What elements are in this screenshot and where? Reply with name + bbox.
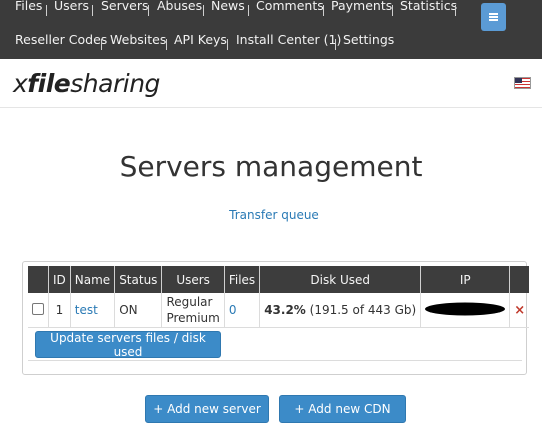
column-header-name[interactable]: Name [70, 266, 116, 293]
nav-item-abuses[interactable]: Abuses [157, 0, 202, 13]
column-header-select [28, 266, 49, 293]
nav-item-statistics[interactable]: Statistics [400, 0, 457, 13]
row-select-checkbox[interactable] [32, 302, 44, 315]
servers-panel: ID Name Status Users Files Disk Used IP … [22, 261, 530, 375]
column-header-id[interactable]: ID [48, 266, 71, 293]
nav-separator [392, 5, 393, 16]
column-header-disk-used[interactable]: Disk Used [259, 266, 422, 293]
nav-item-websites[interactable]: Websites [110, 32, 166, 47]
server-users-regular: Regular [166, 295, 213, 309]
transfer-queue-link[interactable]: Transfer queue [229, 208, 319, 222]
nav-item-users[interactable]: Users [54, 0, 89, 13]
nav-item-settings[interactable]: Settings [343, 32, 394, 47]
menu-icon-bar [489, 16, 498, 18]
servers-table: ID Name Status Users Files Disk Used IP … [28, 266, 530, 328]
nav-item-payments[interactable]: Payments [331, 0, 392, 13]
add-new-cdn-button[interactable]: + Add new CDN [279, 395, 406, 423]
server-name-link[interactable]: test [75, 303, 98, 317]
disk-used-detail: (191.5 of 443 Gb) [309, 303, 417, 317]
column-header-actions [509, 266, 530, 293]
nav-separator [46, 5, 47, 16]
table-row: 1 test ON Regular Premium 0 43.2% (191.5… [28, 293, 530, 328]
disk-used-percent: 43.2% [264, 303, 306, 317]
delete-server-icon[interactable]: × [514, 303, 525, 318]
server-id: 1 [48, 293, 71, 328]
logo-file: file [27, 69, 71, 98]
server-name-cell: test [70, 293, 116, 328]
column-header-status[interactable]: Status [114, 266, 163, 293]
column-header-ip[interactable]: IP [420, 266, 511, 293]
nav-item-comments[interactable]: Comments [256, 0, 324, 13]
logo-x: x [13, 69, 28, 98]
nav-item-install-center[interactable]: Install Center (1) [236, 32, 341, 47]
nav-item-news[interactable]: News [211, 0, 245, 13]
nav-item-servers[interactable]: Servers [101, 0, 149, 13]
column-header-files[interactable]: Files [224, 266, 261, 293]
column-header-users[interactable]: Users [161, 266, 225, 293]
nav-separator [248, 5, 249, 16]
hamburger-menu-button[interactable] [481, 3, 506, 31]
server-ip-cell [420, 293, 511, 328]
server-files-link[interactable]: 0 [229, 303, 237, 317]
row-select-cell [28, 293, 49, 328]
us-flag-icon[interactable] [514, 77, 531, 89]
top-navigation: Files Users Servers Abuses News Comments… [0, 0, 542, 59]
server-files-cell: 0 [224, 293, 261, 328]
site-logo[interactable]: xfilesharing [13, 69, 160, 98]
add-new-server-button[interactable]: + Add new server [145, 395, 269, 423]
nav-item-files[interactable]: Files [15, 0, 42, 13]
server-actions-cell: × [509, 293, 530, 328]
server-users-premium: Premium [166, 311, 220, 325]
panel-divider [28, 360, 522, 361]
nav-item-reseller-codes[interactable]: Reseller Codes [15, 32, 107, 47]
nav-separator [455, 5, 456, 16]
nav-separator [335, 39, 336, 50]
menu-icon-bar [489, 13, 498, 15]
nav-separator [166, 39, 167, 50]
server-disk-used-cell: 43.2% (191.5 of 443 Gb) [259, 293, 422, 328]
nav-separator [101, 39, 102, 50]
update-servers-button[interactable]: Update servers files / disk used [35, 331, 221, 359]
table-header-row: ID Name Status Users Files Disk Used IP [28, 266, 530, 293]
nav-separator [323, 5, 324, 16]
nav-separator [148, 5, 149, 16]
server-status: ON [114, 293, 163, 328]
page-title: Servers management [119, 150, 423, 183]
nav-item-api-keys[interactable]: API Keys [174, 32, 227, 47]
menu-icon-bar [489, 19, 498, 21]
nav-separator [203, 5, 204, 16]
header-divider [0, 107, 542, 108]
logo-sharing: sharing [70, 69, 160, 98]
nav-separator [92, 5, 93, 16]
server-users-cell: Regular Premium [161, 293, 225, 328]
ip-redaction [425, 302, 506, 315]
nav-separator [227, 39, 228, 50]
